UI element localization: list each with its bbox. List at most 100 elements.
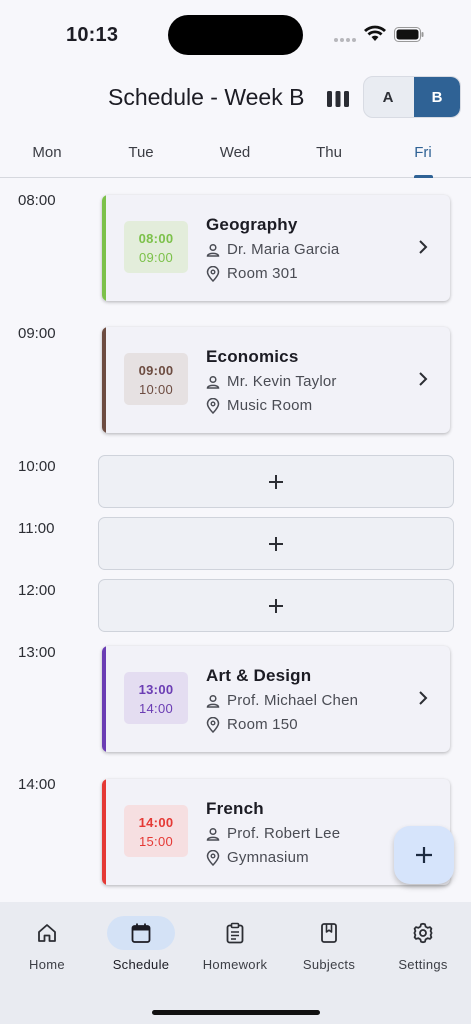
lesson-end-time: 14:00 xyxy=(138,701,174,716)
plus-icon xyxy=(416,847,432,863)
nav-schedule[interactable]: Schedule xyxy=(94,916,188,972)
nav-label: Settings xyxy=(398,957,448,972)
lesson-room-row: Gymnasium xyxy=(206,849,309,866)
nav-settings[interactable]: Settings xyxy=(376,916,470,972)
lesson-start-time: 09:00 xyxy=(138,363,174,378)
lesson-color-bar xyxy=(102,779,106,885)
lesson-color-bar xyxy=(102,195,106,301)
nav-label: Schedule xyxy=(112,957,170,972)
app-header: Schedule - Week B A B xyxy=(0,70,471,130)
add-lesson-fab[interactable] xyxy=(394,826,454,884)
lesson-time-chip: 09:00 10:00 xyxy=(124,353,188,405)
time-label: 13:00 xyxy=(18,644,56,661)
gear-icon xyxy=(413,922,433,944)
lesson-card-economics[interactable]: 09:00 10:00 Economics Mr. Kevin Taylor M… xyxy=(102,327,450,433)
add-lesson-slot[interactable] xyxy=(98,517,454,570)
lesson-subject: Art & Design xyxy=(206,666,312,685)
wifi-icon xyxy=(364,25,386,41)
location-pin-icon xyxy=(206,716,220,733)
nav-icon-wrap xyxy=(201,916,269,950)
location-pin-icon xyxy=(206,849,220,866)
lesson-room: Room 150 xyxy=(227,716,298,733)
plus-icon xyxy=(269,536,283,551)
time-label: 09:00 xyxy=(18,325,56,342)
nav-label: Subjects xyxy=(302,957,356,972)
day-tabs: Mon Tue Wed Thu Fri xyxy=(0,130,471,178)
lesson-end-time: 09:00 xyxy=(138,250,174,265)
calendar-icon xyxy=(131,923,151,943)
add-lesson-slot[interactable] xyxy=(98,455,454,508)
lesson-card-geography[interactable]: 08:00 09:00 Geography Dr. Maria Garcia R… xyxy=(102,195,450,301)
lesson-start-time: 14:00 xyxy=(138,815,174,830)
lesson-room: Room 301 xyxy=(227,265,298,282)
tab-fri[interactable]: Fri xyxy=(393,144,453,161)
lesson-color-bar xyxy=(102,327,106,433)
dynamic-island xyxy=(168,15,303,55)
lesson-teacher-row: Dr. Maria Garcia xyxy=(206,241,339,258)
lesson-room: Music Room xyxy=(227,397,313,414)
chevron-right-icon xyxy=(419,372,428,386)
week-b-option[interactable]: B xyxy=(414,77,460,117)
nav-icon-wrap xyxy=(13,916,81,950)
person-icon xyxy=(206,243,220,257)
week-a-option[interactable]: A xyxy=(364,77,412,117)
lesson-start-time: 08:00 xyxy=(138,231,174,246)
lesson-teacher: Dr. Maria Garcia xyxy=(227,241,340,258)
columns-icon xyxy=(327,91,349,107)
nav-icon-wrap xyxy=(295,916,363,950)
person-icon xyxy=(206,827,220,841)
location-pin-icon xyxy=(206,265,220,282)
nav-homework[interactable]: Homework xyxy=(188,916,282,972)
tab-tue[interactable]: Tue xyxy=(111,144,171,161)
time-label: 12:00 xyxy=(18,582,56,599)
lesson-color-bar xyxy=(102,646,106,752)
home-indicator xyxy=(152,1010,320,1015)
nav-subjects[interactable]: Subjects xyxy=(282,916,376,972)
cellular-signal-icon xyxy=(334,38,358,44)
lesson-teacher: Mr. Kevin Taylor xyxy=(227,373,337,390)
lesson-room: Gymnasium xyxy=(227,849,309,866)
battery-icon xyxy=(394,27,424,42)
home-icon xyxy=(38,924,56,942)
lesson-card-art-design[interactable]: 13:00 14:00 Art & Design Prof. Michael C… xyxy=(102,646,450,752)
person-icon xyxy=(206,375,220,389)
person-icon xyxy=(206,694,220,708)
clipboard-icon xyxy=(226,922,244,944)
lesson-room-row: Music Room xyxy=(206,397,312,414)
lesson-subject: French xyxy=(206,799,264,818)
lesson-start-time: 13:00 xyxy=(138,682,174,697)
location-pin-icon xyxy=(206,397,220,414)
lesson-subject: Geography xyxy=(206,215,298,234)
lesson-teacher: Prof. Michael Chen xyxy=(227,692,359,709)
lesson-subject: Economics xyxy=(206,347,299,366)
time-label: 10:00 xyxy=(18,458,56,475)
lesson-room-row: Room 301 xyxy=(206,265,298,282)
tab-wed[interactable]: Wed xyxy=(205,144,265,161)
lesson-teacher: Prof. Robert Lee xyxy=(227,825,341,842)
tab-thu[interactable]: Thu xyxy=(299,144,359,161)
chevron-right-icon xyxy=(419,691,428,705)
nav-label: Home xyxy=(29,957,65,972)
lesson-time-chip: 14:00 15:00 xyxy=(124,805,188,857)
nav-label: Homework xyxy=(202,957,268,972)
time-label: 11:00 xyxy=(18,520,55,537)
bottom-nav: Home Schedule Homework Subjects Settings xyxy=(0,902,471,1024)
plus-icon xyxy=(269,474,283,489)
column-view-button[interactable] xyxy=(323,87,353,111)
book-icon xyxy=(321,923,337,943)
nav-home[interactable]: Home xyxy=(0,916,94,972)
lesson-time-chip: 08:00 09:00 xyxy=(124,221,188,273)
time-label: 14:00 xyxy=(18,776,56,793)
page-title: Schedule - Week B xyxy=(108,84,305,110)
lesson-teacher-row: Prof. Robert Lee xyxy=(206,825,340,842)
tab-mon[interactable]: Mon xyxy=(17,144,77,161)
plus-icon xyxy=(269,598,283,613)
status-time: 10:13 xyxy=(66,24,119,46)
add-lesson-slot[interactable] xyxy=(98,579,454,632)
nav-icon-wrap xyxy=(107,916,175,950)
chevron-right-icon xyxy=(419,240,428,254)
lesson-teacher-row: Prof. Michael Chen xyxy=(206,692,358,709)
lesson-end-time: 10:00 xyxy=(138,382,174,397)
lesson-end-time: 15:00 xyxy=(138,834,174,849)
status-bar: 10:13 xyxy=(0,0,471,70)
